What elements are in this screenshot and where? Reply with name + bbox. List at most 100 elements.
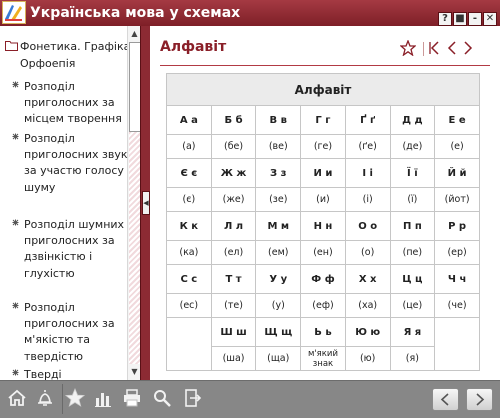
letter-cell: П п: [389, 211, 436, 241]
letter-cell: Є є: [166, 158, 212, 188]
alphabet-table: Алфавіт А а Б б В в Г г Ґ ґ Д д Е е (а) …: [166, 73, 480, 371]
sound-cell: (и): [300, 187, 346, 212]
letter-cell: Т т: [210, 264, 257, 294]
chart-icon[interactable]: [91, 386, 115, 410]
sound-cell: (че): [434, 293, 480, 318]
letter-cell: Ш ш: [210, 317, 257, 347]
sound-cell: (і): [344, 187, 391, 212]
sound-cell: м'який знак: [300, 346, 346, 371]
window-controls: ? ■ - ✕: [437, 6, 497, 26]
sound-cell: (ща): [255, 346, 302, 371]
table-row: (а) (бе) (ве) (ге) (ґе) (де) (е): [166, 134, 480, 159]
letter-cell: А а: [166, 105, 212, 135]
next-page-icon[interactable]: [460, 40, 476, 56]
bell-icon[interactable]: [33, 386, 57, 410]
bullet-icon: [12, 133, 19, 140]
home-icon[interactable]: [5, 386, 29, 410]
sound-cell: (еф): [300, 293, 346, 318]
letter-cell: У у: [255, 264, 302, 294]
letter-cell: Г г: [300, 105, 346, 135]
letter-cell: Ю ю: [344, 317, 391, 347]
empty-cell: [434, 317, 480, 371]
sound-cell: (бе): [210, 134, 257, 159]
sound-cell: (я): [389, 346, 436, 371]
empty-cell: [166, 317, 212, 371]
table-row: (є) (же) (зе) (и) (і) (ї) (йот): [166, 187, 480, 212]
arrow-right-icon: [476, 393, 485, 406]
sound-cell: (ка): [166, 240, 212, 265]
sound-cell: (ї): [389, 187, 436, 212]
table-row: (ша) (ща) м'який знак (ю) (я): [167, 346, 480, 371]
maximize-button[interactable]: ■: [453, 12, 467, 26]
table-row: (ес) (те) (у) (еф) (ха) (це) (че): [166, 293, 480, 318]
sound-cell: (пе): [389, 240, 436, 265]
search-icon[interactable]: [150, 386, 174, 410]
nav-divider: [423, 42, 424, 56]
letter-cell: Ж ж: [210, 158, 257, 188]
sound-cell: (ґе): [344, 134, 391, 159]
table-row: С с Т т У у Ф ф Х х Ц ц Ч ч: [166, 264, 480, 294]
sound-cell: (ге): [300, 134, 346, 159]
sound-cell: (є): [166, 187, 212, 212]
printer-icon[interactable]: [120, 386, 144, 410]
sound-cell: (ю): [344, 346, 391, 371]
content-pane: Алфавіт Алфавіт А а Б б В в Г г Ґ ґ Д д …: [150, 26, 500, 380]
title-rule: [160, 65, 490, 66]
sound-cell: (ве): [255, 134, 302, 159]
minimize-button[interactable]: -: [468, 12, 482, 26]
sidebar-item-label: Розподіл приголосних за місцем творення: [24, 80, 122, 126]
arrow-left-icon: [440, 393, 449, 406]
letter-cell: Ф ф: [300, 264, 346, 294]
sidebar-item-label: Розподіл приголосних за м'якістю та твер…: [24, 301, 115, 363]
collapse-sidebar-icon[interactable]: ◀: [142, 191, 150, 215]
sound-cell: (де): [389, 134, 436, 159]
letter-cell: В в: [255, 105, 302, 135]
app-title: Українська мова у схемах: [30, 5, 241, 21]
help-button[interactable]: ?: [438, 12, 452, 26]
star-icon[interactable]: [63, 386, 87, 410]
letter-cell: З з: [255, 158, 302, 188]
sound-cell: (ен): [300, 240, 346, 265]
scrollbar-track[interactable]: [129, 132, 140, 364]
table-row: Ш ш Щ щ Ь ь Ю ю Я я: [166, 317, 480, 371]
letter-cell: Ь ь: [300, 317, 346, 347]
sidebar-item-label: Тверді: [24, 368, 62, 380]
letter-cell: К к: [166, 211, 212, 241]
first-page-icon[interactable]: [427, 40, 443, 56]
sound-cell: (ел): [210, 240, 257, 265]
close-button[interactable]: ✕: [483, 12, 497, 26]
sound-cell: (ем): [255, 240, 302, 265]
bullet-icon: [12, 369, 19, 376]
letter-cell: Ц ц: [389, 264, 436, 294]
sidebar-scrollbar[interactable]: ▲ ▼: [127, 26, 141, 380]
letter-cell: И и: [300, 158, 346, 188]
star-outline-icon[interactable]: [399, 39, 417, 57]
sound-cell: (ха): [344, 293, 391, 318]
letter-cell: Ґ ґ: [344, 105, 391, 135]
sound-cell: (же): [210, 187, 257, 212]
letter-cell: Р р: [434, 211, 480, 241]
letter-cell: Ї ї: [389, 158, 436, 188]
letter-cell: Я я: [389, 317, 436, 347]
bullet-icon: [12, 302, 19, 309]
sidebar-item-label: Розподіл шумних приголосних за дзвінкіст…: [24, 218, 125, 280]
letter-cell: Е е: [434, 105, 480, 135]
sound-cell: (ес): [166, 293, 212, 318]
sound-cell: (е): [434, 134, 480, 159]
letter-cell: О о: [344, 211, 391, 241]
table-title: Алфавіт: [166, 73, 480, 106]
letter-cell: Х х: [344, 264, 391, 294]
sidebar: Фонетика. Графіка. Орфоепія Розподіл при…: [0, 26, 140, 380]
prev-page-button[interactable]: [432, 388, 459, 411]
sidebar-item-label: Розподіл приголосних звуків за участю го…: [24, 132, 138, 194]
sound-cell: (ер): [434, 240, 480, 265]
prev-page-icon[interactable]: [444, 40, 460, 56]
next-page-button[interactable]: [466, 388, 493, 411]
exit-icon[interactable]: [180, 386, 204, 410]
bullet-icon: [12, 219, 19, 226]
sound-cell: (а): [166, 134, 212, 159]
sound-cell: (зе): [255, 187, 302, 212]
letter-cell: Ч ч: [434, 264, 480, 294]
letter-cell: Й й: [434, 158, 480, 188]
pane-splitter[interactable]: ◀: [140, 26, 150, 380]
